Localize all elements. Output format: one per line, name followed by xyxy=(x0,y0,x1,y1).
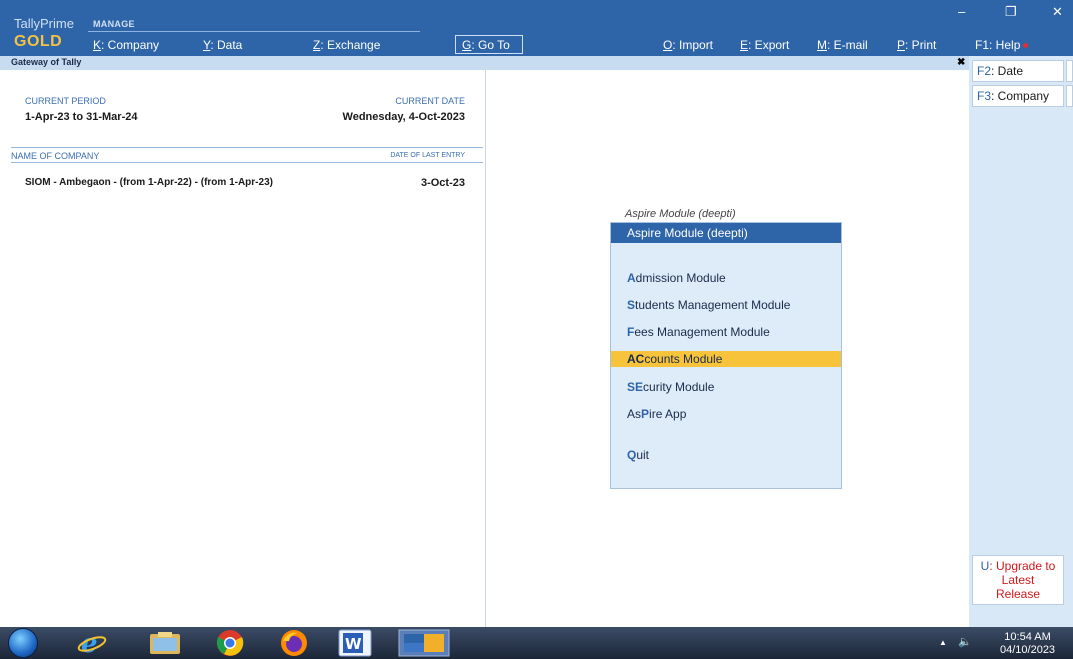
start-button[interactable] xyxy=(8,628,38,658)
svg-text:W: W xyxy=(345,635,362,653)
clock-date: 04/10/2023 xyxy=(1000,644,1056,656)
menu-data[interactable]: Y: Data xyxy=(203,38,242,52)
gateway-close-icon[interactable]: ✖ xyxy=(957,57,965,68)
company-name[interactable]: SIOM - Ambegaon - (from 1-Apr-22) - (fro… xyxy=(25,177,273,188)
menu-company[interactable]: K: Company xyxy=(93,38,159,52)
menu-item-students-management[interactable]: Students Management Module xyxy=(611,297,841,313)
gateway-title-bar: Gateway of Tally xyxy=(0,56,969,70)
menu-item-admission[interactable]: Admission Module xyxy=(611,270,841,286)
gateway-title: Gateway of Tally xyxy=(11,57,82,67)
menu-export[interactable]: E: Export xyxy=(740,38,789,52)
last-entry-date: 3-Oct-23 xyxy=(420,177,465,189)
module-menu: Aspire Module (deepti) Admission Module … xyxy=(610,222,842,489)
close-icon[interactable]: ✕ xyxy=(1052,4,1063,20)
menu-item-quit[interactable]: Quit xyxy=(611,447,841,463)
top-bar: TallyPrime MANAGE GOLD K: Company Y: Dat… xyxy=(0,0,1073,56)
button-edge xyxy=(1066,60,1073,82)
company-button[interactable]: F3: Company xyxy=(972,85,1064,107)
menu-print[interactable]: P: Print xyxy=(897,38,936,52)
edition-label: GOLD xyxy=(14,33,63,50)
button-edge xyxy=(1066,85,1073,107)
windows-taskbar: e W ▲ 🔈 xyxy=(0,627,1073,659)
menu-exchange[interactable]: Z: Exchange xyxy=(313,38,380,52)
current-period-label: CURRENT PERIOD xyxy=(25,96,106,106)
menu-email[interactable]: M: E-mail xyxy=(817,38,868,52)
tray-arrow-icon[interactable]: ▲ xyxy=(939,638,947,647)
current-date-label: CURRENT DATE xyxy=(395,96,465,106)
clock-time: 10:54 AM xyxy=(1004,631,1051,643)
mode-label: MANAGE xyxy=(93,19,135,29)
firefox-icon[interactable] xyxy=(272,627,316,659)
divider xyxy=(11,162,483,163)
internet-explorer-icon[interactable]: e xyxy=(70,627,114,659)
help-alert-dot xyxy=(1023,43,1029,49)
company-info-panel: CURRENT PERIOD 1-Apr-23 to 31-Mar-24 CUR… xyxy=(0,70,486,627)
tallyprime-taskbar-icon[interactable] xyxy=(393,627,455,659)
upgrade-button[interactable]: U: Upgrade to Latest Release xyxy=(972,555,1064,605)
brand-name: TallyPrime xyxy=(14,16,74,31)
menu-import[interactable]: O: Import xyxy=(663,38,713,52)
menu-help[interactable]: F1: Help xyxy=(975,38,1029,52)
menu-item-fees-management[interactable]: Fees Management Module xyxy=(611,324,841,340)
module-menu-caption: Aspire Module (deepti) xyxy=(625,208,736,220)
minimize-icon[interactable]: – xyxy=(958,4,965,19)
microsoft-word-icon[interactable]: W xyxy=(330,627,380,659)
taskbar-clock[interactable]: 10:54 AM 04/10/2023 xyxy=(1000,631,1055,657)
right-button-bar: F2: Date F3: Company U: Upgrade to Lates… xyxy=(969,56,1073,627)
chrome-icon[interactable] xyxy=(208,627,252,659)
module-menu-header: Aspire Module (deepti) xyxy=(611,223,841,243)
restore-icon[interactable]: ❐ xyxy=(1005,4,1017,20)
date-button[interactable]: F2: Date xyxy=(972,60,1064,82)
file-explorer-icon[interactable] xyxy=(143,627,187,659)
menu-item-accounts[interactable]: ACcounts Module xyxy=(611,351,841,367)
divider xyxy=(11,147,483,148)
header-divider xyxy=(88,31,420,32)
menu-item-aspire-app[interactable]: AsPire App xyxy=(611,406,841,422)
goto-button[interactable]: G: Go To xyxy=(455,35,523,54)
current-date-value[interactable]: Wednesday, 4-Oct-2023 xyxy=(343,111,465,123)
company-name-header: NAME OF COMPANY xyxy=(11,151,100,161)
menu-item-security[interactable]: SEcurity Module xyxy=(611,379,841,395)
current-period-value[interactable]: 1-Apr-23 to 31-Mar-24 xyxy=(25,111,137,123)
volume-icon[interactable]: 🔈 xyxy=(958,635,972,648)
last-entry-header: DATE OF LAST ENTRY xyxy=(390,152,465,159)
